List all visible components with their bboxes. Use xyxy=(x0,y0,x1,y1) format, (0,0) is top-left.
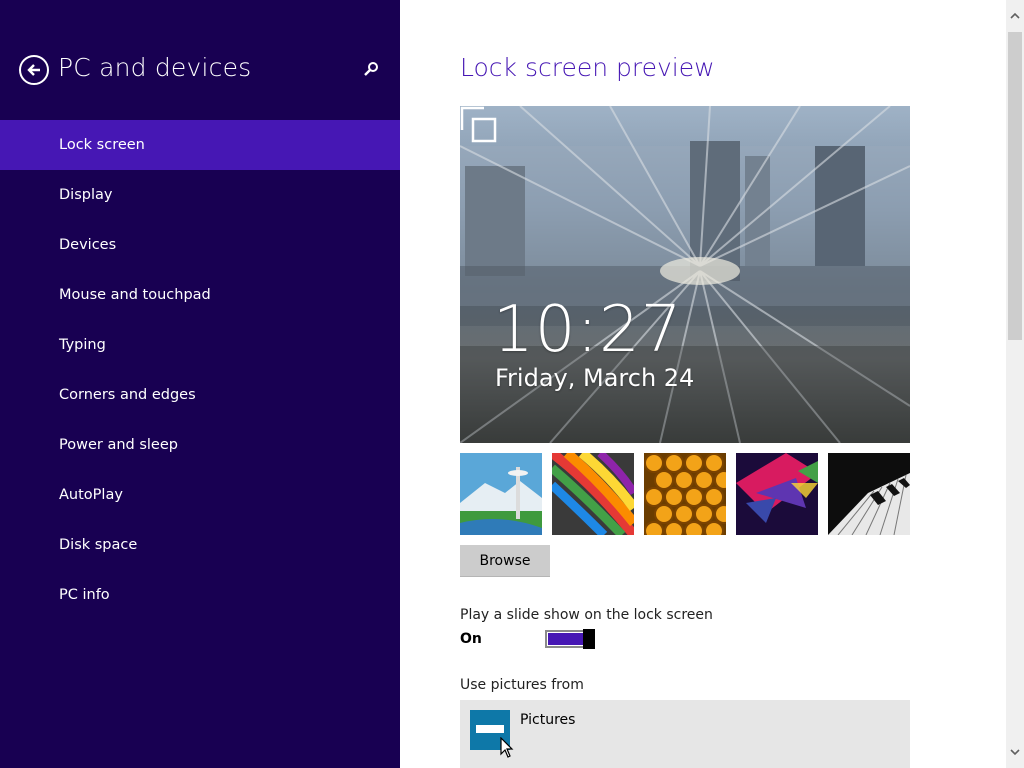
browse-button[interactable]: Browse xyxy=(460,545,550,577)
sidebar: PC and devices Lock screen Display Devic… xyxy=(0,0,400,768)
toggle-thumb[interactable] xyxy=(583,629,595,649)
nav-item-power-and-sleep[interactable]: Power and sleep xyxy=(0,420,400,470)
main-panel: Lock screen preview 10:27 Friday, March … xyxy=(400,0,1006,768)
color-ribbons-thumbnail[interactable] xyxy=(552,453,634,535)
sidebar-title: PC and devices xyxy=(58,53,252,82)
toggle-fill xyxy=(548,633,585,645)
pictures-library-icon-bar xyxy=(476,725,504,733)
settings-nav: Lock screen Display Devices Mouse and to… xyxy=(0,120,400,620)
tunnel-background-image xyxy=(460,106,910,443)
lock-screen-time: 10:27 xyxy=(493,293,683,367)
nav-item-mouse-and-touchpad[interactable]: Mouse and touchpad xyxy=(0,270,400,320)
pictures-source-item[interactable]: Pictures xyxy=(460,700,910,768)
pictures-source-name: Pictures xyxy=(520,712,576,728)
back-button[interactable] xyxy=(19,55,49,85)
nav-item-devices[interactable]: Devices xyxy=(0,220,400,270)
pictures-source-label: Use pictures from xyxy=(460,677,584,693)
back-arrow-icon xyxy=(27,64,40,76)
scroll-up-button[interactable] xyxy=(1006,0,1024,32)
slideshow-toggle[interactable] xyxy=(545,629,595,649)
page-title: Lock screen preview xyxy=(460,53,715,82)
lock-screen-thumbnails xyxy=(460,453,912,535)
geometric-shapes-thumbnail[interactable] xyxy=(736,453,818,535)
nav-item-disk-space[interactable]: Disk space xyxy=(0,520,400,570)
nav-item-typing[interactable]: Typing xyxy=(0,320,400,370)
honeycomb-thumbnail[interactable] xyxy=(644,453,726,535)
nav-item-pc-info[interactable]: PC info xyxy=(0,570,400,620)
search-icon xyxy=(364,62,378,76)
scroll-thumb[interactable] xyxy=(1008,32,1022,340)
chevron-up-icon xyxy=(1010,12,1020,19)
nav-item-corners-and-edges[interactable]: Corners and edges xyxy=(0,370,400,420)
chevron-down-icon xyxy=(1010,749,1020,756)
nav-item-lock-screen[interactable]: Lock screen xyxy=(0,120,400,170)
slideshow-label: Play a slide show on the lock screen xyxy=(460,607,713,623)
search-button[interactable] xyxy=(360,58,382,80)
slideshow-toggle-state: On xyxy=(460,631,482,647)
nav-item-display[interactable]: Display xyxy=(0,170,400,220)
lock-screen-preview: 10:27 Friday, March 24 xyxy=(460,106,910,443)
nav-item-autoplay[interactable]: AutoPlay xyxy=(0,470,400,520)
window-switch-icon xyxy=(460,106,497,143)
lock-screen-date: Friday, March 24 xyxy=(495,364,695,392)
mouse-cursor-icon xyxy=(500,737,514,758)
vertical-scrollbar[interactable] xyxy=(1006,0,1024,768)
scroll-down-button[interactable] xyxy=(1006,736,1024,768)
space-needle-thumbnail[interactable] xyxy=(460,453,542,535)
piano-keys-thumbnail[interactable] xyxy=(828,453,910,535)
